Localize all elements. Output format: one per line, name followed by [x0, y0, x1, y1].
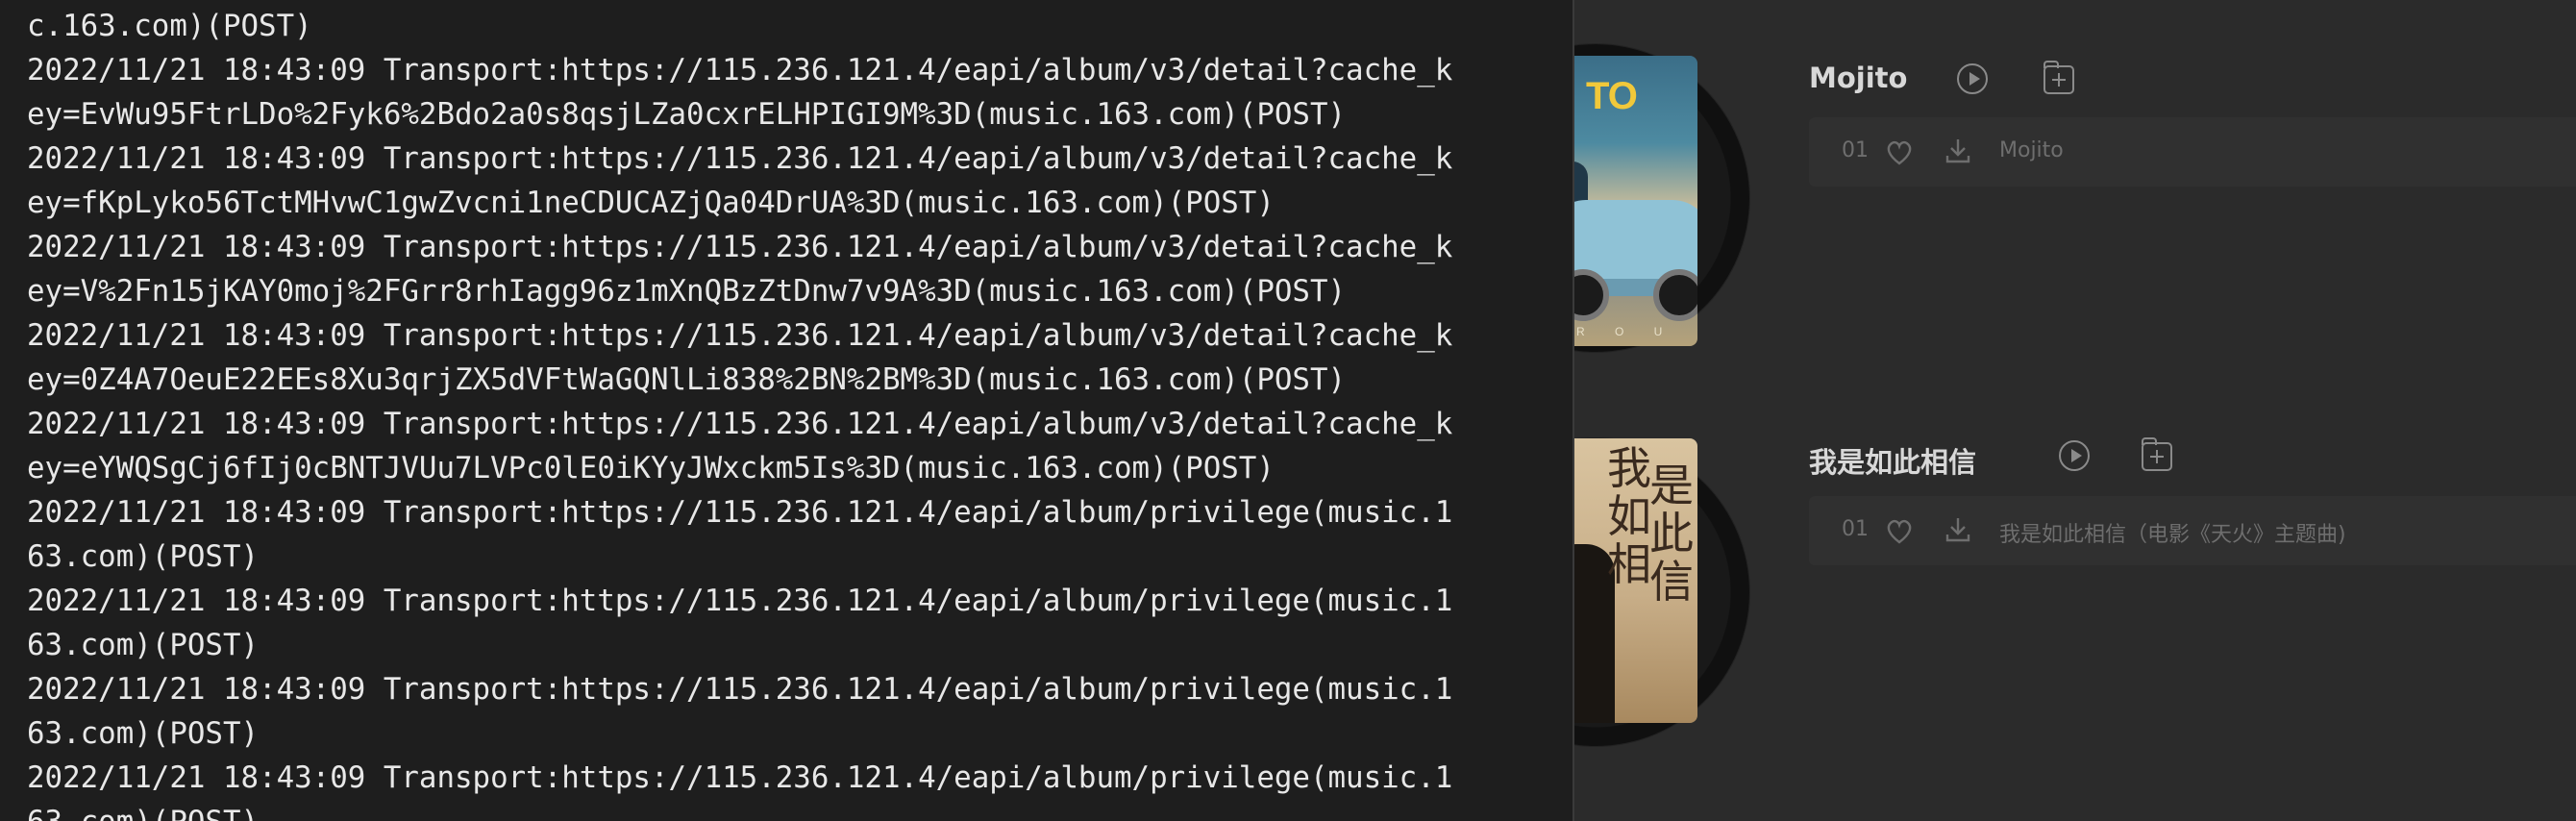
terminal-line: c.163.com)(POST) — [27, 9, 312, 43]
heart-icon[interactable] — [1886, 140, 1913, 165]
cover-text-column: 是此信 — [1649, 460, 1694, 608]
add-to-playlist-button[interactable] — [2043, 61, 2074, 94]
track-number: 01 — [1842, 517, 1869, 541]
terminal-line: ey=eYWQSgCj6fIj0cBNTJVUu7LVPc0lE0iKYyJWx… — [27, 451, 1275, 485]
terminal-line: 2022/11/21 18:43:09 Transport:https://11… — [27, 495, 1453, 530]
terminal-line: 63.com)(POST) — [27, 628, 260, 662]
album-title[interactable]: 我是如此相信 — [1809, 440, 1976, 481]
heart-icon[interactable] — [1886, 519, 1913, 544]
track-number: 01 — [1842, 138, 1869, 162]
cover-car-wheel — [1653, 269, 1697, 321]
terminal-line: 2022/11/21 18:43:09 Transport:https://11… — [27, 318, 1453, 353]
terminal-line: 2022/11/21 18:43:09 Transport:https://11… — [27, 584, 1453, 618]
play-all-button[interactable] — [2059, 440, 2090, 471]
terminal-line: ey=0Z4A7OeuE22EEs8Xu3qrjZX5dVFtWaGQNlLi8… — [27, 362, 1347, 397]
terminal-line: 2022/11/21 18:43:09 Transport:https://11… — [27, 141, 1453, 176]
terminal-output: c.163.com)(POST) 2022/11/21 18:43:09 Tran… — [27, 4, 1452, 821]
cover-title: TO — [1586, 75, 1638, 117]
download-icon[interactable] — [1944, 515, 1972, 544]
track-title: Mojito — [1999, 138, 2064, 162]
terminal-line: 63.com)(POST) — [27, 539, 260, 574]
cover-bottom-text: R O U — [1576, 325, 1676, 338]
terminal-line: 2022/11/21 18:43:09 Transport:https://11… — [27, 53, 1453, 87]
cover-text-column: 我如相 — [1607, 442, 1651, 590]
track-row[interactable]: 01 Mojito — [1809, 117, 2576, 187]
download-icon[interactable] — [1944, 137, 1972, 165]
terminal-line: ey=fKpLyko56TctMHvwC1gwZvcni1neCDUCAZjQa… — [27, 186, 1275, 220]
terminal-line: ey=EvWu95FtrLDo%2Fyk6%2Bdo2a0s8qsjLZa0cx… — [27, 97, 1347, 132]
terminal-line: 2022/11/21 18:43:09 Transport:https://11… — [27, 760, 1453, 795]
terminal-window[interactable]: c.163.com)(POST) 2022/11/21 18:43:09 Tran… — [0, 0, 1574, 821]
terminal-line: ey=V%2Fn15jKAY0moj%2FGrr8rhIagg96z1mXnQB… — [27, 274, 1347, 309]
terminal-line: 2022/11/21 18:43:09 Transport:https://11… — [27, 407, 1453, 441]
track-row[interactable]: 01 我是如此相信（电影《天火》主题曲) — [1809, 496, 2576, 565]
track-title: 我是如此相信（电影《天火》主题曲) — [1999, 523, 2346, 547]
album-title[interactable]: Mojito — [1809, 62, 1907, 94]
play-all-button[interactable] — [1957, 63, 1988, 94]
terminal-line: 63.com)(POST) — [27, 800, 1452, 821]
add-to-playlist-button[interactable] — [2142, 437, 2172, 471]
terminal-line: 2022/11/21 18:43:09 Transport:https://11… — [27, 672, 1453, 707]
terminal-line: 2022/11/21 18:43:09 Transport:https://11… — [27, 230, 1453, 264]
terminal-line: 63.com)(POST) — [27, 716, 260, 751]
